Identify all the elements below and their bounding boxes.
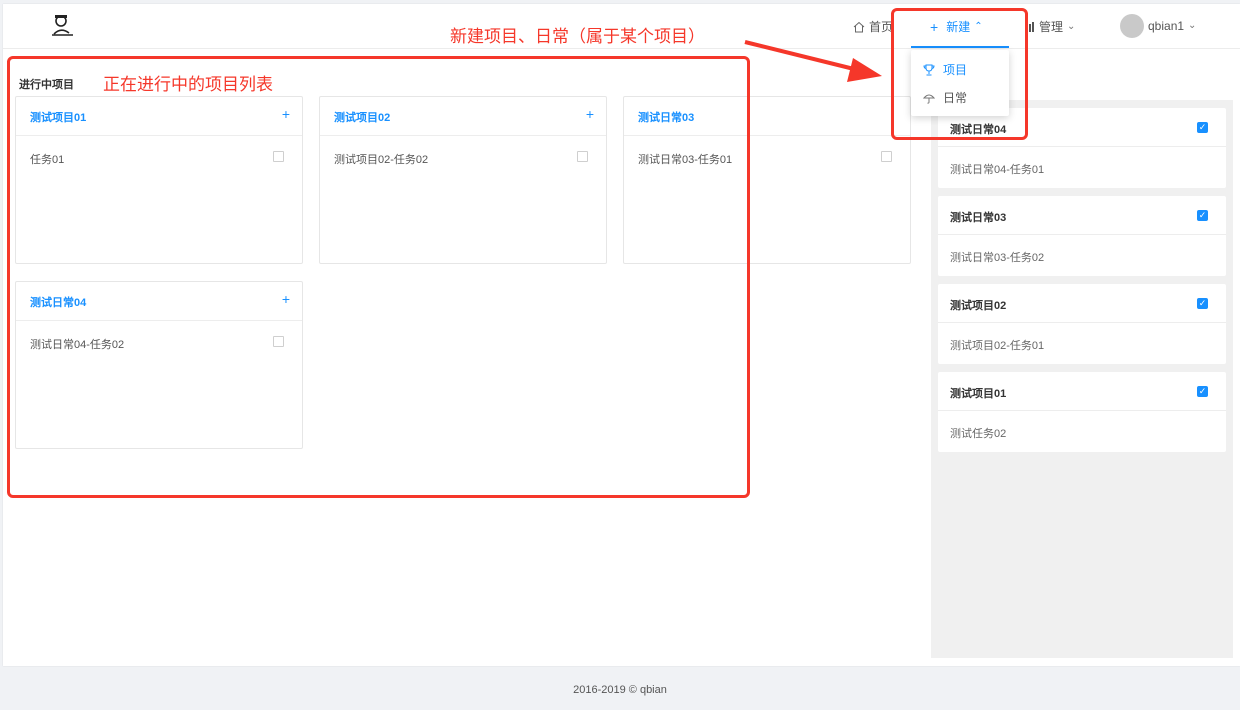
dropdown-item-label: 日常 (943, 91, 968, 105)
task-text: 测试日常03-任务02 (950, 252, 1045, 264)
card-title: 测试日常03 (950, 212, 1007, 224)
completed-card: 测试项目02 ✓ 测试项目02-任务01 (938, 284, 1226, 364)
nav-manage-label: 管理 (1039, 20, 1064, 34)
annotation-text-new: 新建项目、日常（属于某个项目） (450, 27, 705, 46)
task-text: 测试项目02-任务01 (950, 340, 1045, 352)
annotation-text-list: 正在进行中的项目列表 (103, 75, 273, 94)
checked-checkbox[interactable]: ✓ (1197, 386, 1208, 397)
user-menu[interactable]: qbian1 ⌄ (1120, 14, 1197, 38)
completed-card: 测试日常03 ✓ 测试日常03-任务02 (938, 196, 1226, 276)
footer: 2016-2019 © qbian (573, 684, 667, 696)
card-header: 测试项目02 ✓ (938, 284, 1226, 323)
completed-panel: 测试日常04 ✓ 测试日常04-任务01 测试日常03 ✓ 测试日常03-任务0… (931, 100, 1233, 658)
card-title: 测试项目02 (950, 300, 1007, 312)
checked-checkbox[interactable]: ✓ (1197, 122, 1208, 133)
umbrella-icon (923, 94, 935, 104)
card-title: 测试项目01 (950, 388, 1007, 400)
avatar (1120, 14, 1144, 38)
logo-icon[interactable] (49, 12, 75, 38)
annotation-box-project-list (7, 56, 750, 498)
checked-checkbox[interactable]: ✓ (1197, 298, 1208, 309)
card-header: 测试项目01 ✓ (938, 372, 1226, 411)
dropdown-item-project[interactable]: 项目 (923, 60, 967, 80)
user-name: qbian1 (1148, 19, 1185, 33)
new-dropdown-menu: 项目 日常 (911, 50, 1009, 116)
completed-card: 测试项目01 ✓ 测试任务02 (938, 372, 1226, 452)
nav-home-label: 首页 (869, 20, 894, 34)
task-text: 测试任务02 (950, 428, 1007, 440)
dropdown-item-daily[interactable]: 日常 (923, 88, 967, 108)
home-icon (853, 21, 865, 33)
chevron-down-icon: ⌄ (1067, 21, 1076, 32)
chevron-down-icon: ⌄ (1188, 20, 1197, 31)
nav-manage-menu[interactable]: 管理 ⌄ (1025, 18, 1075, 36)
checked-checkbox[interactable]: ✓ (1197, 210, 1208, 221)
task-text: 测试日常04-任务01 (950, 164, 1045, 176)
task-checkbox[interactable] (881, 151, 892, 162)
card-header: 测试日常03 ✓ (938, 196, 1226, 235)
dropdown-item-label: 项目 (943, 63, 968, 77)
trophy-icon (923, 64, 935, 76)
